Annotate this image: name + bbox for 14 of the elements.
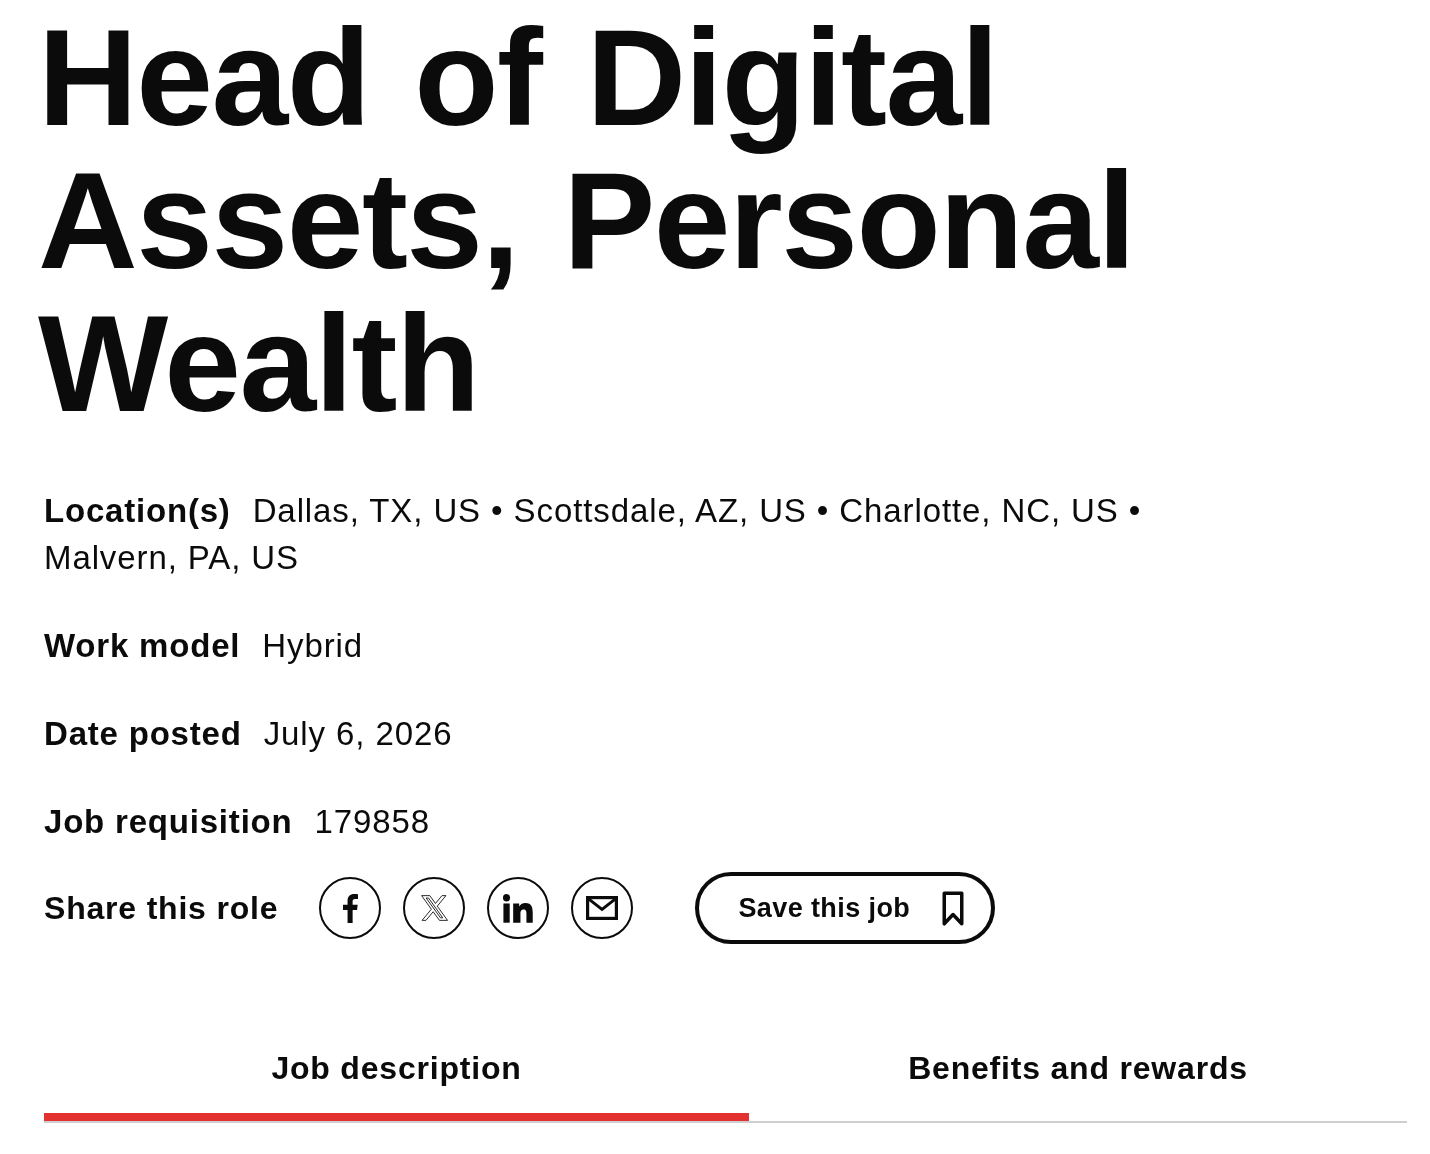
x-logo-icon <box>420 895 448 921</box>
share-label: Share this role <box>44 889 279 928</box>
facebook-icon <box>342 893 358 923</box>
detail-text: Work model Hybrid <box>44 626 365 666</box>
save-job-button[interactable]: Save this job <box>695 872 996 944</box>
mail-icon <box>586 896 619 920</box>
detail-text: Job requisition 179858 <box>44 802 432 842</box>
linkedin-icon <box>503 893 534 923</box>
detail-text: Location(s) Dallas, TX, US • Scottsdale, AZ, US • Charlotte, NC, US • Malvern, PA, US <box>44 491 1143 578</box>
detail-text: Date posted July 6, 2026 <box>44 714 454 754</box>
job-title: Head of Digital Assets, Personal Wealth <box>38 6 1136 435</box>
tab[interactable]: Benefits and rewards <box>749 1028 1407 1121</box>
tab[interactable]: Job description <box>44 1028 749 1121</box>
bookmark-icon <box>942 890 965 926</box>
